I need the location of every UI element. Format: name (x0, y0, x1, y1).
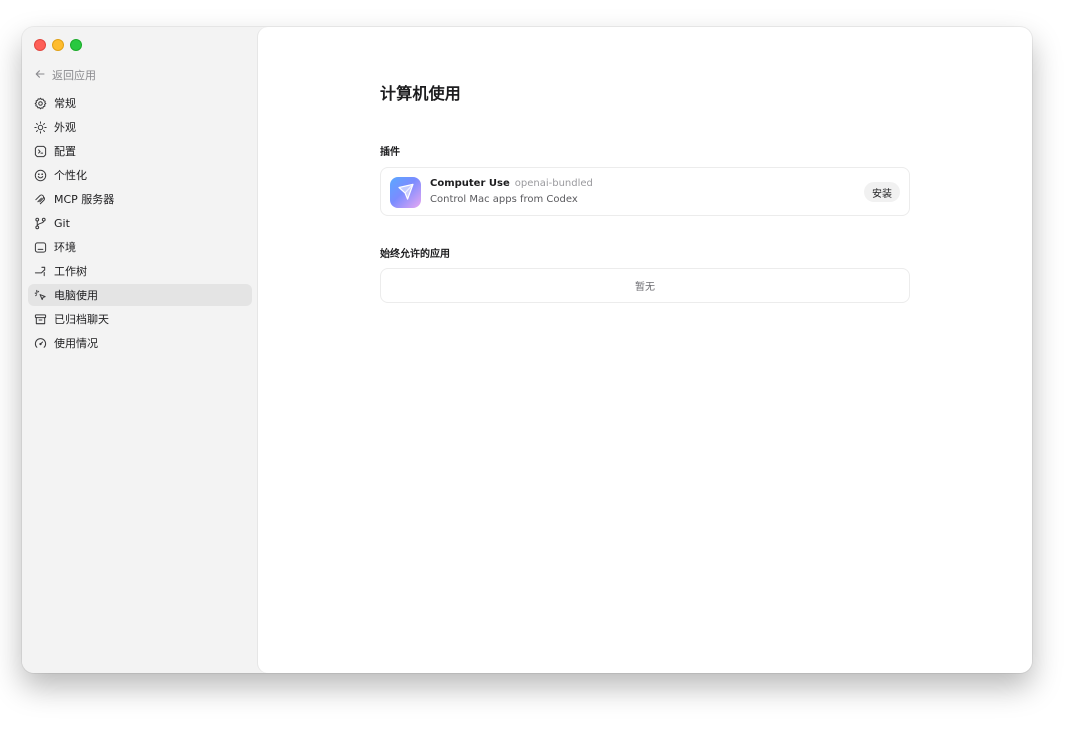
sidebar-item-label: 环境 (54, 241, 76, 254)
install-button[interactable]: 安装 (864, 182, 900, 202)
sidebar-item-archived-chats[interactable]: 已归档聊天 (28, 308, 252, 330)
plugin-info: Computer Use openai-bundled Control Mac a… (430, 178, 593, 205)
sidebar-item-personalization[interactable]: 个性化 (28, 164, 252, 186)
gauge-icon (34, 337, 47, 350)
plugin-source: openai-bundled (514, 178, 593, 189)
sidebar-item-appearance[interactable]: 外观 (28, 116, 252, 138)
main-panel: 计算机使用 插件 Computer Use openai-bundled Cont… (258, 27, 1032, 673)
plugin-card: Computer Use openai-bundled Control Mac a… (380, 167, 910, 216)
config-icon (34, 145, 47, 158)
zoom-window-button[interactable] (70, 39, 82, 51)
archive-icon (34, 313, 47, 326)
sidebar-item-label: 常规 (54, 97, 76, 110)
sidebar-item-label: 工作树 (54, 265, 87, 278)
sidebar-item-mcp[interactable]: MCP 服务器 (28, 188, 252, 210)
plugins-heading: 插件 (380, 147, 400, 158)
sidebar-item-label: Git (54, 216, 70, 230)
page-title: 计算机使用 (380, 84, 462, 103)
sidebar-item-worktree[interactable]: 工作树 (28, 260, 252, 282)
mcp-icon (34, 193, 47, 206)
sidebar-item-config[interactable]: 配置 (28, 140, 252, 162)
environment-icon (34, 241, 47, 254)
sidebar-item-label: 个性化 (54, 169, 87, 182)
sidebar-item-general[interactable]: 常规 (28, 92, 252, 114)
sun-icon (34, 120, 47, 134)
sidebar-item-git[interactable]: Git (28, 212, 252, 234)
window-controls (34, 39, 82, 51)
empty-state-text: 暂无 (635, 282, 655, 293)
minimize-window-button[interactable] (52, 39, 64, 51)
sidebar-item-label: 已归档聊天 (54, 313, 109, 326)
sidebar-nav: 常规 外观 配置 个性化 MCP 服务器 Git 环境 工作树 电脑使用 已归档… (28, 92, 252, 356)
gear-icon (34, 97, 47, 110)
back-to-app-link[interactable]: 返回应用 (34, 67, 96, 83)
sidebar-item-usage[interactable]: 使用情况 (28, 332, 252, 354)
arrow-left-icon (34, 68, 46, 83)
allowed-apps-list: 暂无 (380, 268, 910, 303)
sidebar-item-label: 使用情况 (54, 337, 98, 350)
sidebar-item-label: 电脑使用 (54, 289, 98, 302)
always-allowed-apps-heading: 始终允许的应用 (380, 249, 450, 260)
back-label: 返回应用 (52, 69, 96, 82)
plugin-name: Computer Use (430, 178, 510, 189)
sidebar: 返回应用 常规 外观 配置 个性化 MCP 服务器 Git 环境 工作树 电脑使… (22, 27, 258, 673)
sidebar-item-label: 配置 (54, 145, 76, 158)
worktree-icon (34, 265, 47, 278)
sidebar-item-computer-use[interactable]: 电脑使用 (28, 284, 252, 306)
sidebar-item-label: 外观 (54, 121, 76, 134)
computer-use-icon (34, 289, 47, 302)
git-branch-icon (34, 217, 47, 230)
settings-window: 返回应用 常规 外观 配置 个性化 MCP 服务器 Git 环境 工作树 电脑使… (22, 27, 1032, 673)
sidebar-item-label: MCP 服务器 (54, 193, 115, 206)
sidebar-item-environment[interactable]: 环境 (28, 236, 252, 258)
close-window-button[interactable] (34, 39, 46, 51)
personalize-icon (34, 169, 47, 182)
computer-use-plugin-logo (390, 177, 421, 208)
plugin-description: Control Mac apps from Codex (430, 194, 578, 205)
